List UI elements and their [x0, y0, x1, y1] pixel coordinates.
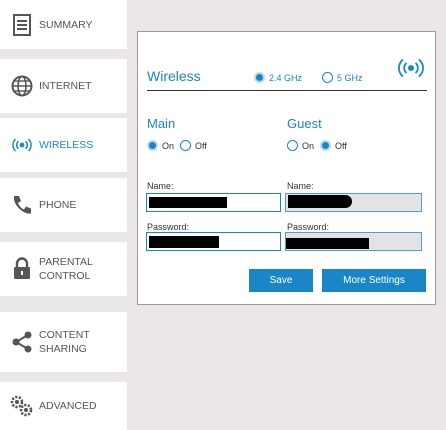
sidebar-item-advanced[interactable]: ADVANCED	[0, 382, 127, 430]
wireless-panel: Wireless 2.4 GHz 5 GHz Main On Off Name:…	[137, 31, 436, 305]
sidebar-item-wireless[interactable]: WIRELESS	[0, 118, 127, 172]
guest-password-input[interactable]	[285, 232, 422, 251]
redacted-value	[288, 195, 352, 208]
radio-5ghz[interactable]	[322, 72, 333, 83]
title-divider	[147, 90, 427, 91]
wireless-icon	[10, 133, 34, 157]
sidebar-item-label: WIRELESS	[39, 139, 94, 151]
band-option-2-4ghz[interactable]: 2.4 GHz	[254, 72, 302, 83]
band-label: 2.4 GHz	[269, 72, 303, 83]
guest-on-label: On	[302, 140, 315, 151]
guest-off-label: Off	[335, 140, 347, 151]
redacted-value	[149, 197, 227, 208]
redacted-value	[286, 238, 369, 249]
lock-icon	[10, 257, 34, 281]
more-settings-button[interactable]: More Settings	[322, 269, 426, 292]
sidebar-item-label: PHONE	[39, 199, 77, 211]
main-network-title: Main	[147, 116, 176, 131]
summary-icon	[10, 13, 34, 37]
sidebar-item-internet[interactable]: INTERNET	[0, 59, 127, 113]
sidebar-item-summary[interactable]: SUMMARY	[0, 0, 127, 49]
radio-2-4ghz[interactable]	[254, 72, 265, 83]
page-title: Wireless	[147, 68, 201, 84]
wireless-icon	[396, 58, 426, 83]
sidebar-item-label: SUMMARY	[39, 18, 93, 31]
main-name-label: Name:	[147, 181, 174, 191]
guest-off-radio[interactable]	[320, 140, 332, 151]
redacted-value	[149, 236, 219, 248]
band-label: 5 GHz	[337, 72, 363, 83]
main-password-input[interactable]	[146, 232, 281, 251]
sidebar-item-phone[interactable]: PHONE	[0, 178, 127, 232]
main-password-label: Password:	[147, 222, 190, 232]
save-button[interactable]: Save	[249, 269, 313, 292]
main-toggle: On Off	[147, 140, 213, 151]
sidebar-item-label: INTERNET	[39, 80, 92, 92]
guest-network-title: Guest	[287, 116, 322, 131]
sidebar: SUMMARY INTERNET WIRELESS PHONE PARENTAL…	[0, 0, 127, 430]
guest-password-label: Password:	[287, 222, 330, 232]
guest-name-input[interactable]	[285, 193, 422, 212]
gears-icon	[10, 394, 34, 418]
main-off-radio[interactable]	[180, 140, 192, 151]
sidebar-item-content-sharing[interactable]: CONTENT SHARING	[0, 312, 127, 372]
guest-on-radio[interactable]	[287, 140, 298, 151]
sidebar-item-label: CONTENT SHARING	[39, 329, 90, 355]
main-on-label: On	[162, 140, 175, 151]
globe-icon	[10, 74, 34, 98]
guest-toggle: On Off	[287, 140, 353, 151]
sidebar-item-parental-control[interactable]: PARENTAL CONTROL	[0, 242, 127, 296]
sidebar-item-label: ADVANCED	[39, 400, 97, 412]
share-icon	[10, 330, 34, 354]
phone-icon	[10, 193, 34, 217]
main-on-radio[interactable]	[147, 140, 158, 151]
sidebar-item-label: PARENTAL CONTROL	[39, 256, 93, 282]
guest-name-label: Name:	[287, 181, 314, 191]
main-off-label: Off	[195, 140, 207, 151]
band-option-5ghz[interactable]: 5 GHz	[322, 72, 363, 83]
main-name-input[interactable]	[146, 193, 281, 212]
